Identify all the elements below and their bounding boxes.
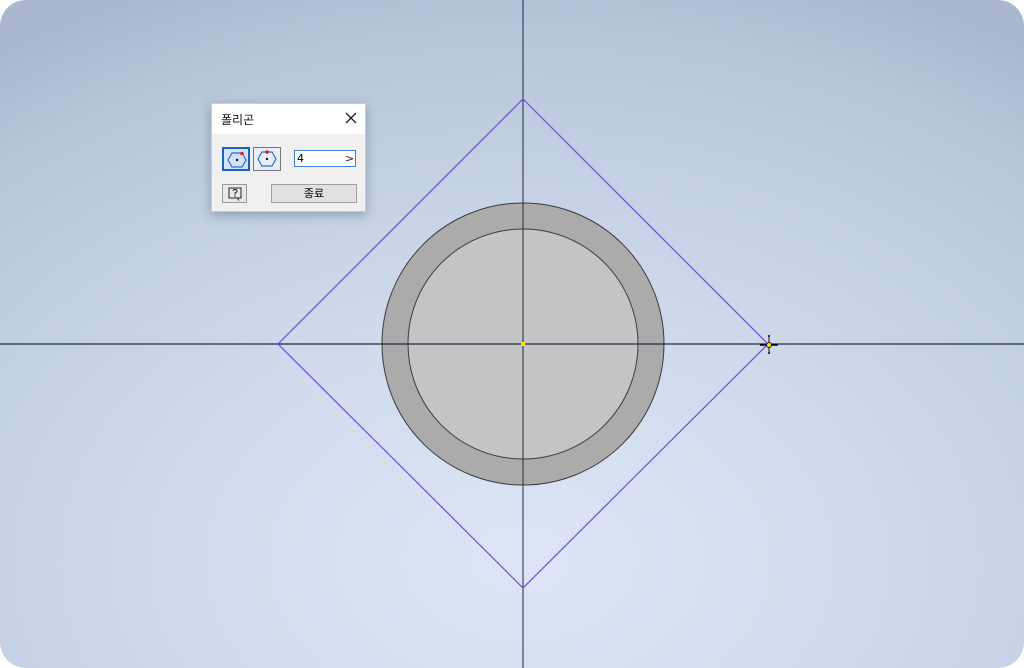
done-button[interactable]: 종료 — [271, 184, 357, 203]
sides-dropdown-arrow-icon[interactable]: > — [345, 152, 354, 165]
dialog-titlebar[interactable]: 폴리곤 — [212, 104, 365, 134]
dialog-title: 폴리곤 — [221, 113, 255, 127]
sketch-viewport[interactable]: 폴리곤 > — [0, 0, 1024, 668]
polygon-circumscribed-icon — [257, 150, 277, 167]
center-point[interactable] — [521, 342, 525, 346]
close-icon[interactable] — [344, 111, 358, 125]
help-icon — [228, 187, 242, 201]
sketch-canvas[interactable] — [0, 0, 1024, 668]
inscribed-mode-button[interactable] — [222, 147, 250, 171]
crosshair-cursor-icon — [760, 335, 778, 354]
polygon-dialog: 폴리곤 > — [211, 103, 366, 212]
circumscribed-mode-button[interactable] — [253, 147, 281, 171]
polygon-inscribed-icon — [227, 151, 247, 168]
help-button[interactable] — [222, 184, 247, 203]
